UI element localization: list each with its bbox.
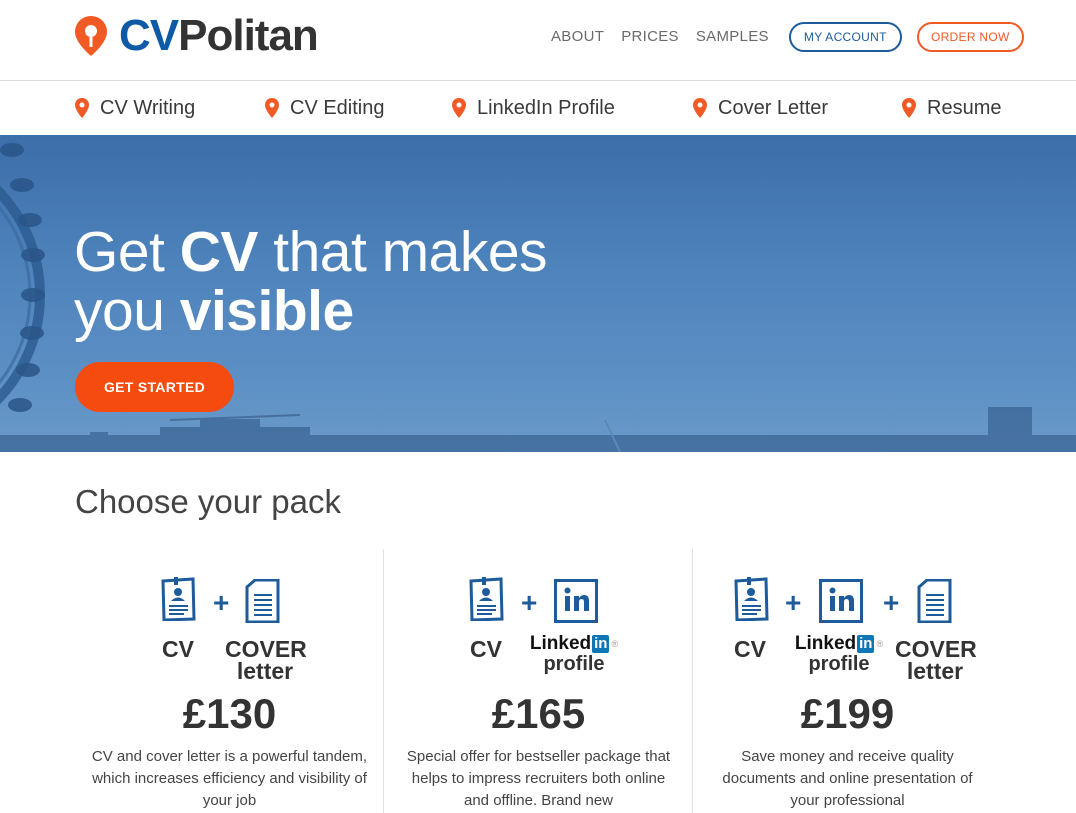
cover-letter-icon	[917, 579, 952, 623]
service-resume[interactable]: Resume	[902, 96, 1001, 120]
map-pin-icon	[265, 98, 279, 118]
linkedin-word: Linked	[529, 633, 592, 654]
brand-name: CVPolitan	[119, 11, 319, 60]
registered-mark: ®	[611, 639, 619, 649]
profile-word: profile	[543, 653, 605, 675]
service-label: Resume	[927, 97, 1002, 119]
logo[interactable]: CVPolitan	[74, 11, 319, 60]
linkedin-in-box: in	[857, 635, 875, 653]
linkedin-wordmark: Linked in ®	[530, 634, 618, 654]
hero-line-1: Get CV that makes	[74, 220, 548, 284]
linkedin-in-box: in	[592, 635, 610, 653]
hero-banner: Get CV that makes you visible GET STARTE…	[0, 135, 1076, 452]
hero-text-bold: CV	[179, 220, 259, 284]
cv-label: CV	[162, 636, 194, 662]
pack-description: CV and cover letter is a powerful tandem…	[91, 748, 368, 809]
linkedin-profile-label: Linked in ® profile	[524, 634, 624, 675]
linkedin-word: Linked	[794, 633, 857, 654]
top-navigation: ABOUT PRICES SAMPLES MY ACCOUNT ORDER NO…	[551, 22, 1024, 52]
brand-cv: CV	[119, 11, 179, 60]
cover-letter-icon	[245, 579, 280, 623]
service-label: CV Writing	[100, 97, 196, 119]
pack-price: £199	[800, 690, 895, 737]
letter-word: letter	[906, 658, 964, 684]
map-pin-icon	[75, 98, 89, 118]
nav-prices-link[interactable]: PRICES	[621, 22, 679, 52]
cv-document-icon	[469, 577, 504, 621]
service-cover-letter[interactable]: Cover Letter	[693, 96, 828, 120]
cover-label: COVER letter	[225, 638, 307, 684]
order-now-button[interactable]: ORDER NOW	[916, 22, 1024, 52]
service-label: CV Editing	[290, 97, 385, 119]
hero-text: that makes	[257, 220, 548, 284]
pack-description: Save money and receive quality documents…	[722, 748, 973, 809]
hero-text-bold: visible	[179, 279, 354, 343]
cover-label: COVER letter	[895, 638, 977, 684]
pack-price: £130	[182, 690, 277, 737]
linkedin-wordmark: Linked in ®	[795, 634, 883, 654]
service-cv-writing[interactable]: CV Writing	[75, 96, 195, 120]
plus-icon: +	[883, 587, 900, 618]
map-pin-icon	[693, 98, 707, 118]
hero-text: you	[74, 279, 180, 343]
hero-text: Get	[74, 220, 180, 284]
service-navigation: CV Writing CV Editing LinkedIn Profile C…	[0, 81, 1076, 135]
plus-icon: +	[213, 587, 230, 618]
cv-document-icon	[161, 577, 196, 621]
my-account-button[interactable]: MY ACCOUNT	[788, 22, 902, 52]
letter-word: letter	[236, 658, 294, 684]
linkedin-icon	[819, 579, 863, 623]
linkedin-profile-label: Linked in ® profile	[789, 634, 889, 675]
cv-label: CV	[470, 636, 502, 662]
service-label: Cover Letter	[718, 97, 829, 119]
plus-icon: +	[785, 587, 802, 618]
pack-card[interactable]: + CV COVER letter £130 CV and cover lette…	[75, 549, 384, 813]
hero-line-2: you visible	[74, 282, 547, 341]
pack-price: £165	[491, 690, 586, 737]
service-cv-editing[interactable]: CV Editing	[265, 96, 385, 120]
pack-description: Special offer for bestseller package tha…	[406, 748, 671, 809]
get-started-button[interactable]: GET STARTED	[75, 362, 234, 412]
nav-samples-link[interactable]: SAMPLES	[696, 22, 769, 52]
nav-about-link[interactable]: ABOUT	[551, 22, 604, 52]
pack-card[interactable]: + + CV Linked in ® profile COVER letter £19…	[692, 549, 1002, 813]
pack-icons: + CV Linked in ® profile	[384, 577, 693, 687]
cv-document-icon	[734, 577, 769, 621]
service-label: LinkedIn Profile	[477, 97, 615, 119]
cv-label: CV	[734, 636, 766, 662]
section-title: Choose your pack	[75, 483, 341, 520]
map-pin-icon	[902, 98, 916, 118]
pack-icons: + CV COVER letter	[75, 577, 384, 687]
map-pin-icon	[452, 98, 466, 118]
pack-card[interactable]: + CV Linked in ® profile £165 Special offe…	[383, 549, 693, 813]
pack-icons: + + CV Linked in ® profile COVER letter	[693, 577, 1002, 687]
service-linkedin-profile[interactable]: LinkedIn Profile	[452, 96, 615, 120]
linkedin-icon	[554, 579, 598, 623]
hero-headline: Get CV that makes you visible	[74, 220, 548, 341]
site-header: CVPolitan ABOUT PRICES SAMPLES MY ACCOUN…	[0, 0, 1076, 81]
brand-politan: Politan	[178, 11, 319, 60]
plus-icon: +	[521, 587, 538, 618]
registered-mark: ®	[876, 639, 884, 649]
map-pin-icon	[75, 16, 107, 56]
profile-word: profile	[808, 653, 870, 675]
